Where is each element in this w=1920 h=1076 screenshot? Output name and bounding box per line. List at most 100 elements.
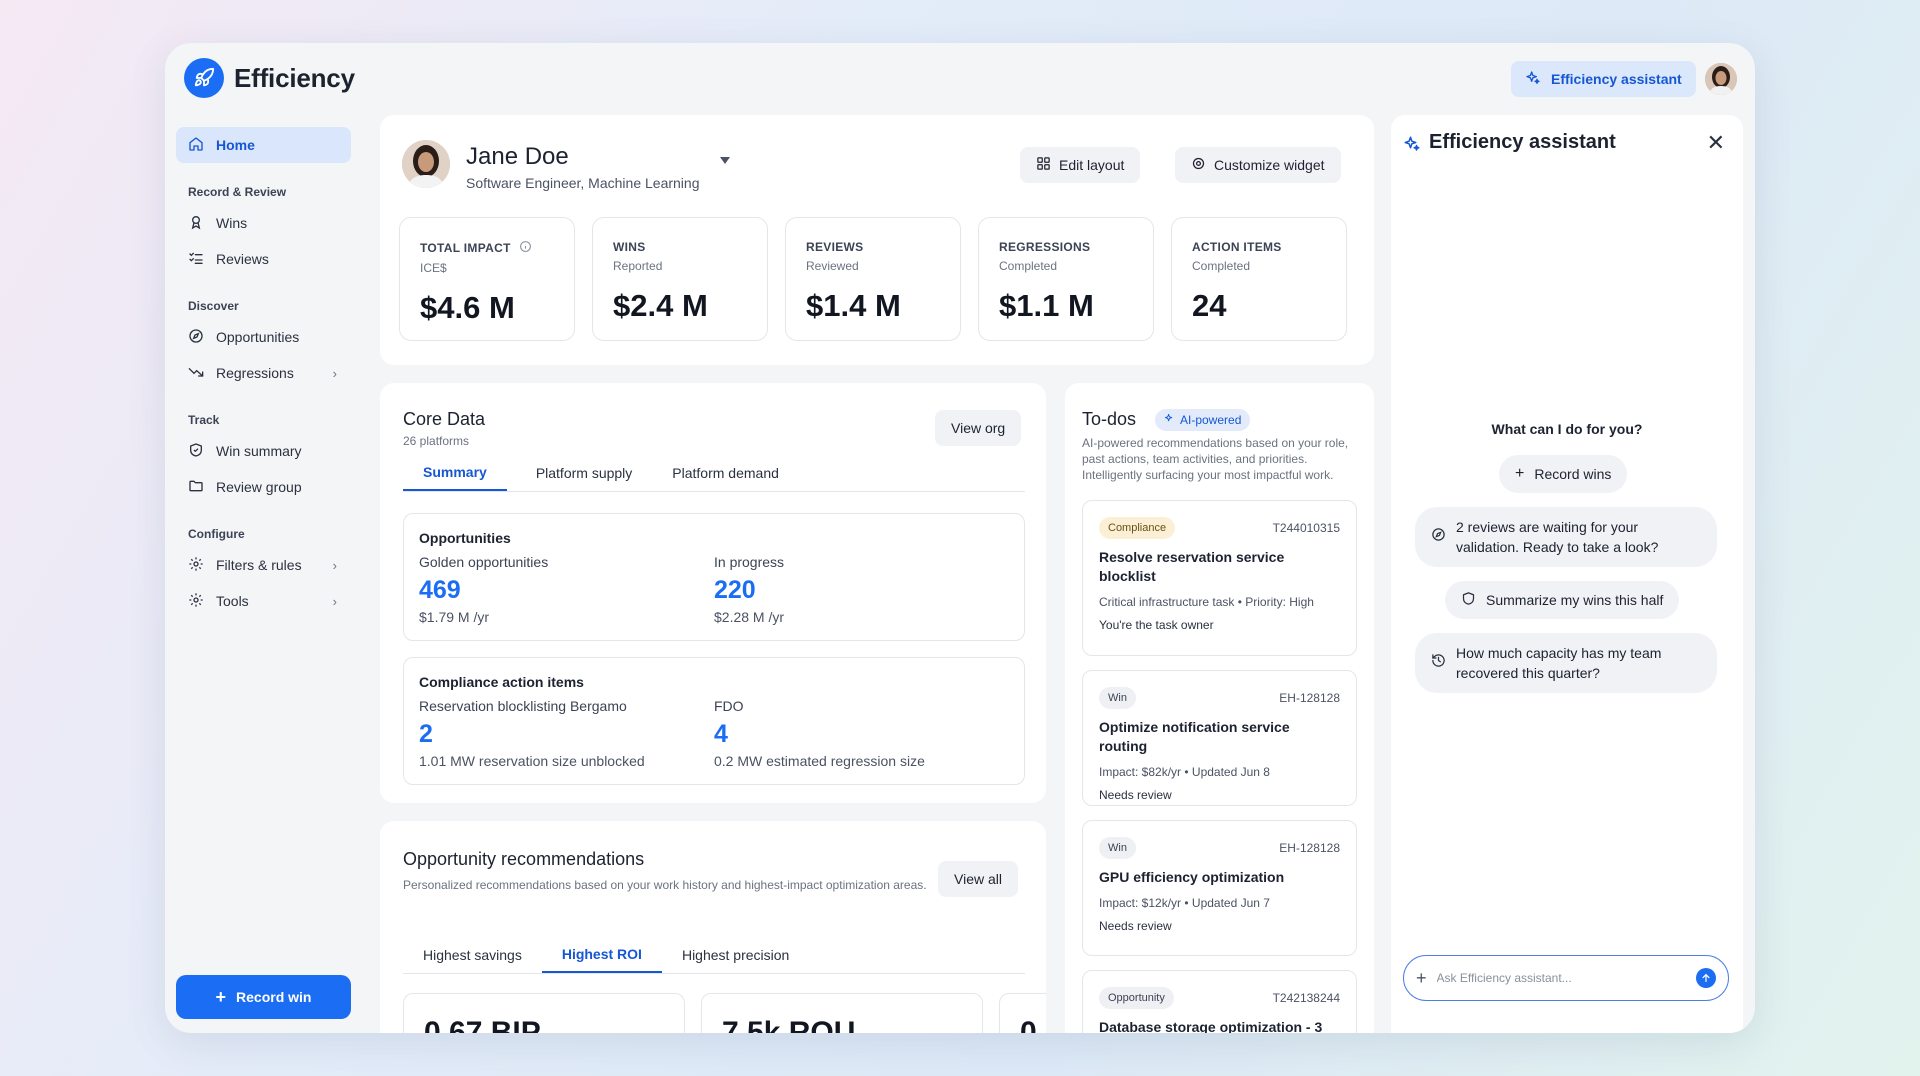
tab-highest-roi[interactable]: Highest ROI: [541, 937, 662, 973]
edit-layout-button[interactable]: Edit layout: [1020, 147, 1141, 183]
sidebar-item-opportunities[interactable]: Opportunities: [176, 319, 351, 355]
record-win-label: Record win: [236, 989, 312, 1005]
recommendation-card[interactable]: 0.67 BIP: [403, 993, 685, 1033]
brand-name: Efficiency: [234, 62, 355, 93]
send-icon[interactable]: [1696, 968, 1716, 988]
todo-title: Resolve reservation service blocklist: [1099, 549, 1285, 584]
todo-item[interactable]: Opportunity T242138244 Database storage …: [1082, 970, 1357, 1033]
sidebar-item-label: Filters & rules: [216, 557, 302, 573]
tab-highest-precision[interactable]: Highest precision: [662, 937, 809, 973]
chip-record-wins[interactable]: + Record wins: [1499, 455, 1628, 493]
todo-owner: Needs review: [1099, 919, 1172, 933]
recommendation-card[interactable]: 7.5k ROU: [701, 993, 983, 1033]
sparkle-icon: [1164, 413, 1175, 427]
stat-sub: $2.28 M /yr: [714, 609, 785, 625]
tab-highest-savings[interactable]: Highest savings: [403, 937, 542, 973]
recommendations-title: Opportunity recommendations: [403, 849, 645, 869]
gear-icon: [1191, 156, 1206, 174]
todo-meta: Critical infrastructure task • Priority:…: [1099, 595, 1314, 609]
view-org-button[interactable]: View org: [935, 410, 1022, 446]
todo-item[interactable]: Win EH-128128 GPU efficiency optimizatio…: [1082, 820, 1357, 956]
tab-platform-supply[interactable]: Platform supply: [507, 455, 652, 491]
chip-label: Record wins: [1534, 466, 1612, 482]
sidebar-item-win-summary[interactable]: Win summary: [176, 433, 351, 469]
sidebar-item-label: Regressions: [216, 365, 294, 381]
sidebar-item-label: Opportunities: [216, 329, 300, 345]
user-avatar[interactable]: [1705, 63, 1737, 95]
customize-widget-button[interactable]: Customize widget: [1175, 147, 1341, 183]
sidebar-item-reviews[interactable]: Reviews: [176, 241, 351, 277]
nav-section-discover: Discover: [188, 299, 239, 313]
metric-sub: Completed: [999, 259, 1058, 273]
assistant-panel: Efficiency assistant ✕ What can I do for…: [1391, 115, 1743, 1033]
tab-summary[interactable]: Summary: [403, 455, 507, 491]
assistant-button-label: Efficiency assistant: [1551, 71, 1682, 87]
stat-value: 220: [714, 576, 756, 604]
golden-opportunities[interactable]: Golden opportunities 469 $1.79 M /yr: [419, 554, 548, 625]
todo-item[interactable]: Compliance T244010315 Resolve reservatio…: [1082, 500, 1357, 656]
recommendations-tabs: Highest savings Highest ROI Highest prec…: [403, 937, 1025, 974]
todos-subtitle: AI-powered recommendations based on your…: [1082, 436, 1349, 482]
metric-label: ACTION ITEMS: [1192, 240, 1282, 254]
todo-title: GPU efficiency optimization: [1099, 869, 1285, 885]
opportunities-panel[interactable]: Opportunities Golden opportunities 469 $…: [403, 513, 1025, 641]
todo-head: Opportunity T242138244: [1099, 987, 1340, 1009]
assistant-input[interactable]: [1436, 971, 1686, 985]
record-win-button[interactable]: + Record win: [176, 975, 351, 1019]
metric-label: REVIEWS: [806, 240, 864, 254]
gear-icon: [188, 556, 204, 575]
sidebar-item-review-group[interactable]: Review group: [176, 469, 351, 505]
fdo[interactable]: FDO 4 0.2 MW estimated regression size: [714, 698, 925, 769]
todo-badge: Win: [1099, 837, 1136, 859]
info-icon[interactable]: [519, 240, 532, 256]
sidebar-item-home[interactable]: Home: [176, 127, 351, 163]
chip-reviews-waiting[interactable]: 2 reviews are waiting for your validatio…: [1415, 507, 1717, 567]
sidebar-item-label: Home: [216, 137, 255, 153]
recommendation-card[interactable]: 0: [999, 993, 1046, 1033]
brand[interactable]: Efficiency: [184, 58, 355, 98]
core-data-subtitle: 26 platforms: [403, 434, 470, 448]
view-all-button[interactable]: View all: [938, 861, 1018, 897]
efficiency-assistant-button[interactable]: Efficiency assistant: [1511, 61, 1696, 97]
profile-dropdown-caret-icon[interactable]: [720, 157, 730, 164]
metric-label: WINS: [613, 240, 646, 254]
reservation-blocklisting[interactable]: Reservation blocklisting Bergamo 2 1.01 …: [419, 698, 645, 769]
metric-wins[interactable]: WINS Reported $2.4 M: [592, 217, 768, 341]
todo-badge: Opportunity: [1099, 987, 1174, 1009]
sidebar-item-tools[interactable]: Tools ›: [176, 583, 351, 619]
sidebar-item-wins[interactable]: Wins: [176, 205, 351, 241]
in-progress[interactable]: In progress 220 $2.28 M /yr: [714, 554, 784, 625]
metric-reviews[interactable]: REVIEWS Reviewed $1.4 M: [785, 217, 961, 341]
chip-capacity-recovered[interactable]: How much capacity has my team recovered …: [1415, 633, 1717, 693]
tab-platform-demand[interactable]: Platform demand: [652, 455, 799, 491]
ai-powered-badge: AI-powered: [1155, 409, 1251, 431]
trend-down-icon: [188, 364, 204, 383]
opportunities-title: Opportunities: [419, 530, 511, 546]
compliance-panel[interactable]: Compliance action items Reservation bloc…: [403, 657, 1025, 785]
metric-regressions[interactable]: REGRESSIONS Completed $1.1 M: [978, 217, 1154, 341]
plus-icon[interactable]: +: [1416, 969, 1427, 987]
app-window: Efficiency Efficiency assistant Home Rec…: [165, 43, 1755, 1033]
chip-label: Summarize my wins this half: [1486, 592, 1664, 608]
assistant-title: Efficiency assistant: [1429, 131, 1616, 153]
chip-summarize-wins[interactable]: Summarize my wins this half: [1445, 581, 1680, 619]
stat-label: Golden opportunities: [419, 554, 549, 570]
todo-item[interactable]: Win EH-128128 Optimize notification serv…: [1082, 670, 1357, 806]
stat-label: In progress: [714, 554, 785, 570]
profile-card: Jane Doe Software Engineer, Machine Lear…: [380, 115, 1374, 365]
assistant-question: What can I do for you?: [1491, 421, 1643, 437]
metric-action-items[interactable]: ACTION ITEMS Completed 24: [1171, 217, 1347, 341]
profile-name: Jane Doe: [466, 143, 569, 170]
stat-label: Reservation blocklisting Bergamo: [419, 698, 627, 714]
home-icon: [188, 136, 204, 155]
metric-total-impact[interactable]: TOTAL IMPACT ICE$ $4.6 M: [399, 217, 575, 341]
todo-badge: Compliance: [1099, 517, 1176, 539]
metric-sub: ICE$: [420, 261, 447, 275]
metric-label-row: TOTAL IMPACT: [420, 240, 554, 256]
sidebar-item-filters-rules[interactable]: Filters & rules ›: [176, 547, 351, 583]
close-icon[interactable]: ✕: [1707, 131, 1725, 155]
sidebar-item-regressions[interactable]: Regressions ›: [176, 355, 351, 391]
stat-value: 4: [714, 720, 728, 748]
profile-avatar: [402, 140, 450, 188]
metric-value: 24: [1192, 288, 1227, 323]
